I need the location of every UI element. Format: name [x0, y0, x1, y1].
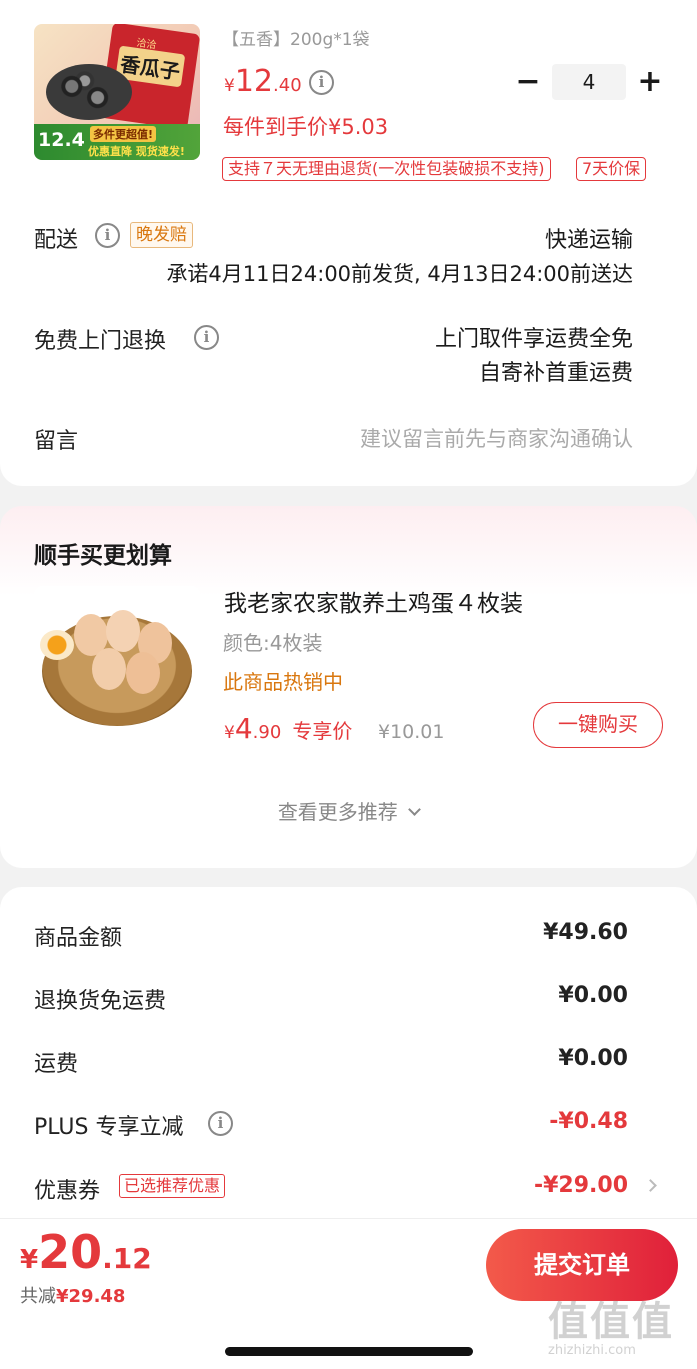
summary-label-coupon[interactable]: 优惠券: [34, 1173, 100, 1205]
price-symbol: ¥: [224, 76, 235, 96]
delivery-promise: 承诺4月11日24:00前发货, 4月13日24:00前送达: [166, 262, 633, 286]
home-indicator: [225, 1347, 473, 1356]
total-int: 20: [38, 1225, 103, 1279]
addon-recommendation-card: 顺手买更划算 我老家农家散养土鸡蛋４枚装 颜色:4枚装 此商品热销中 ¥4.90…: [0, 506, 697, 868]
product-spec: 【五香】200g*1袋: [222, 30, 370, 50]
addon-price: ¥4.90 专享价: [224, 712, 352, 745]
addon-price-int: 4: [234, 712, 253, 745]
addon-product-name[interactable]: 我老家农家散养土鸡蛋４枚装: [224, 584, 523, 618]
return-service-line2[interactable]: 自寄补首重运费: [479, 355, 633, 387]
coupon-chevron-right-icon[interactable]: [644, 1179, 657, 1192]
addon-original-price: ¥10.01: [378, 721, 445, 743]
addon-product-image[interactable]: [34, 586, 200, 750]
promo-badge: 12.4 多件更超值! 优惠直降 现货速发!: [34, 124, 200, 160]
badge-line2: 优惠直降 现货速发!: [88, 145, 185, 158]
order-product-card: 洽洽 香瓜子 12.4 多件更超值! 优惠直降 现货速发! 【五香】200g*1…: [0, 0, 697, 486]
price-summary-card: 商品金额 ¥49.60 退换货免运费 ¥0.00 运费 ¥0.00 PLUS 专…: [0, 887, 697, 1247]
addon-price-dec: .90: [252, 722, 282, 743]
quantity-minus-button[interactable]: −: [512, 66, 544, 100]
late-compensation-tag: 晚发赔: [130, 222, 193, 248]
message-input[interactable]: 建议留言前先与商家沟通确认: [360, 423, 633, 453]
chevron-down-icon: [408, 803, 422, 816]
product-image[interactable]: 洽洽 香瓜子 12.4 多件更超值! 优惠直降 现货速发!: [34, 24, 200, 160]
checkout-footer: ¥20.12 共减¥29.48 提交订单 值值值 zhizhizhi.com: [0, 1218, 697, 1369]
delivery-method[interactable]: 快递运输: [545, 222, 633, 254]
product-price: ¥12.40: [224, 64, 302, 99]
addon-price-symbol: ¥: [224, 723, 235, 743]
egg: [126, 652, 160, 694]
summary-value-return-shipping: ¥0.00: [558, 983, 628, 1008]
delivery-info-icon[interactable]: i: [95, 223, 120, 248]
view-more-recommendations[interactable]: 查看更多推荐: [0, 796, 697, 825]
egg: [92, 648, 126, 690]
sunflower-seeds: [46, 64, 132, 120]
return-service-line1[interactable]: 上门取件享运费全免: [435, 321, 633, 353]
return-policy-tag: 支持７天无理由退货(一次性包装破损不支持): [222, 157, 551, 181]
egg-yolk: [40, 630, 74, 660]
summary-value-plus: -¥0.48: [549, 1109, 628, 1134]
price-dec: .40: [273, 75, 302, 96]
addon-product-spec: 颜色:4枚装: [223, 631, 323, 655]
watermark-logo: 值值值 zhizhizhi.com: [548, 1289, 688, 1358]
return-service-label: 免费上门退换: [34, 329, 167, 354]
price-int: 12: [234, 64, 274, 99]
summary-value-coupon[interactable]: -¥29.00: [534, 1173, 628, 1198]
summary-value-goods: ¥49.60: [543, 920, 628, 945]
summary-label-plus: PLUS 专享立减: [34, 1115, 184, 1140]
total-dec: .12: [102, 1242, 152, 1275]
summary-value-shipping: ¥0.00: [558, 1046, 628, 1071]
quantity-plus-button[interactable]: +: [634, 66, 666, 100]
summary-label-shipping: 运费: [34, 1052, 79, 1077]
addon-hot-label: 此商品热销中: [223, 670, 343, 694]
addon-title: 顺手买更划算: [34, 543, 172, 569]
view-more-label: 查看更多推荐: [277, 800, 398, 824]
price-info-icon[interactable]: i: [309, 70, 334, 95]
quantity-input[interactable]: 4: [552, 64, 626, 100]
badge-price: 12.4: [38, 129, 85, 151]
price-protect-tag: 7天价保: [576, 157, 647, 181]
delivery-label: 配送: [34, 228, 79, 253]
unit-price: 每件到手价¥5.03: [223, 115, 389, 139]
summary-label-return-shipping: 退换货免运费: [34, 989, 167, 1014]
addon-exclusive-label: 专享价: [292, 719, 353, 743]
saved-amount: 共减¥29.48: [20, 1282, 125, 1308]
return-info-icon[interactable]: i: [194, 325, 219, 350]
coupon-recommended-tag: 已选推荐优惠: [119, 1174, 226, 1198]
message-label: 留言: [34, 429, 79, 454]
plus-info-icon[interactable]: i: [208, 1111, 233, 1136]
saved-label: 共减: [20, 1286, 56, 1307]
summary-label-goods: 商品金额: [34, 926, 123, 951]
egg: [106, 610, 140, 652]
one-click-buy-button[interactable]: 一键购买: [533, 702, 663, 748]
total-symbol: ¥: [20, 1245, 39, 1275]
watermark-text: 值值值: [548, 1299, 674, 1345]
saved-value: ¥29.48: [56, 1286, 126, 1307]
total-price: ¥20.12: [20, 1225, 152, 1279]
badge-line1: 多件更超值!: [90, 126, 157, 142]
